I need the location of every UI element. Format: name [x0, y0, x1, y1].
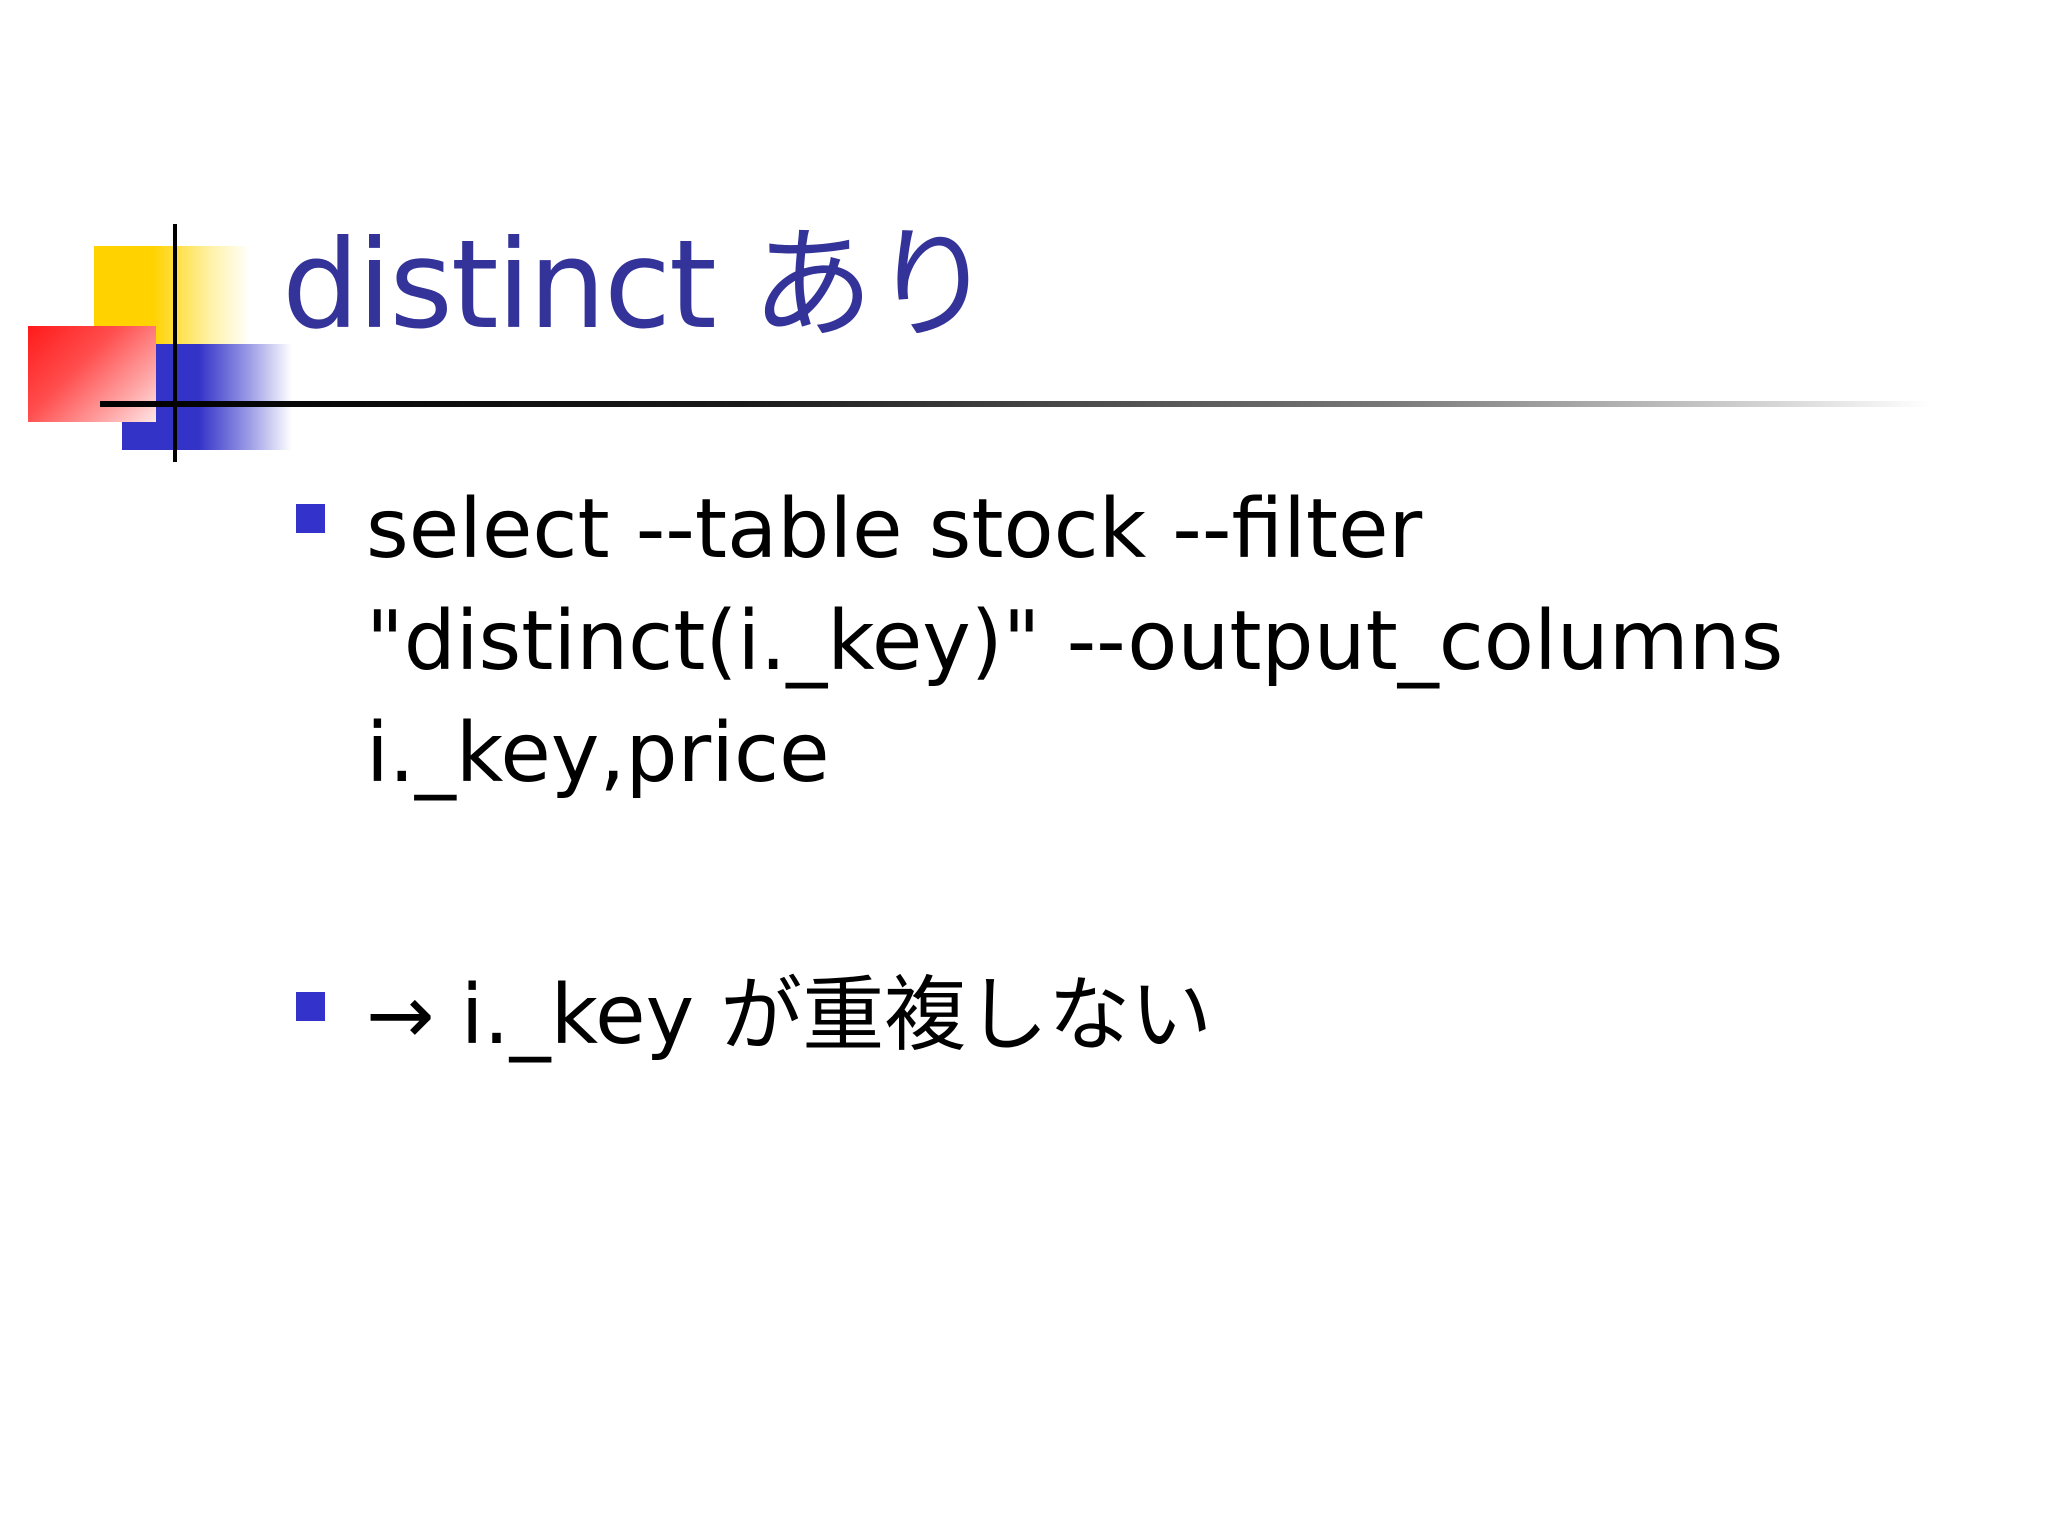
logo-red-square	[28, 326, 156, 422]
title-underline-rule	[100, 401, 1930, 407]
slide-title: distinct あり	[282, 214, 994, 356]
square-bullet-icon	[296, 992, 325, 1021]
logo-vertical-rule	[173, 224, 177, 462]
bullet-text-result: → i._key が重複しない	[366, 968, 1213, 1063]
bullet-text-command: select --table stock --filter "distinct(…	[366, 482, 1784, 801]
square-bullet-icon	[296, 504, 325, 533]
slide: distinct あり select --table stock --filte…	[0, 0, 2048, 1536]
